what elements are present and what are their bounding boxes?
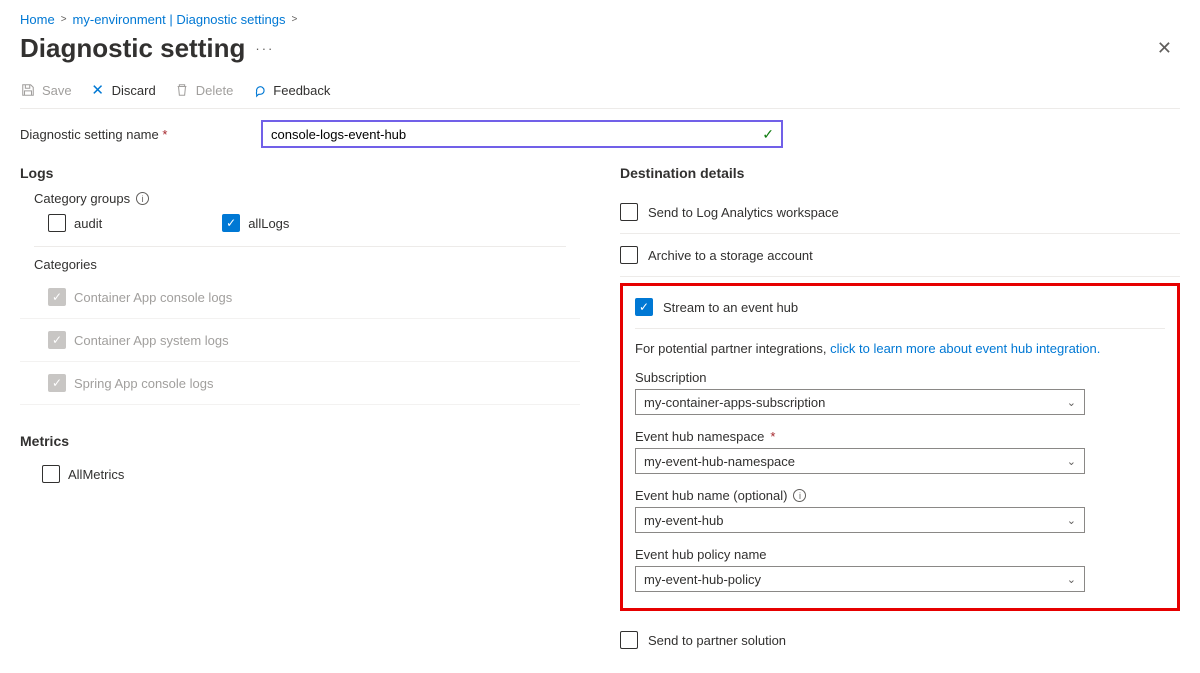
feedback-icon <box>251 82 267 98</box>
info-icon[interactable]: i <box>136 192 149 205</box>
page-title: Diagnostic setting <box>20 33 245 64</box>
eventhub-highlight: ✓ Stream to an event hub For potential p… <box>620 283 1180 611</box>
allmetrics-checkbox[interactable] <box>42 465 60 483</box>
alllogs-checkbox[interactable]: ✓ <box>222 214 240 232</box>
eventhub-name-label: Event hub name (optional) i <box>635 488 1165 503</box>
partner-checkbox[interactable] <box>620 631 638 649</box>
logs-heading: Logs <box>20 165 580 181</box>
category-label: Container App console logs <box>74 290 232 305</box>
setting-name-label: Diagnostic setting name * <box>20 127 250 142</box>
discard-button[interactable]: ✕ Discard <box>90 82 156 98</box>
category-label: Spring App console logs <box>74 376 213 391</box>
feedback-label: Feedback <box>273 83 330 98</box>
audit-label: audit <box>74 216 102 231</box>
close-icon[interactable]: ✕ <box>1149 34 1180 63</box>
delete-label: Delete <box>196 83 234 98</box>
delete-button[interactable]: Delete <box>174 82 234 98</box>
partner-integration-text: For potential partner integrations, clic… <box>635 341 1165 356</box>
discard-icon: ✕ <box>90 82 106 98</box>
toolbar: Save ✕ Discard Delete Feedback <box>20 64 1180 109</box>
more-menu-icon[interactable]: ··· <box>255 41 274 56</box>
namespace-label: Event hub namespace * <box>635 429 1165 444</box>
feedback-button[interactable]: Feedback <box>251 82 330 98</box>
subscription-label: Subscription <box>635 370 1165 385</box>
info-icon[interactable]: i <box>793 489 806 502</box>
chevron-down-icon: ⌄ <box>1067 573 1076 586</box>
eventhub-learn-more-link[interactable]: click to learn more about event hub inte… <box>830 341 1100 356</box>
chevron-right-icon: > <box>291 14 297 25</box>
category-checkbox: ✓ <box>48 331 66 349</box>
allmetrics-label: AllMetrics <box>68 467 124 482</box>
category-checkbox: ✓ <box>48 374 66 392</box>
chevron-down-icon: ⌄ <box>1067 455 1076 468</box>
subscription-select[interactable]: my-container-apps-subscription⌄ <box>635 389 1085 415</box>
chevron-down-icon: ⌄ <box>1067 396 1076 409</box>
audit-checkbox[interactable] <box>48 214 66 232</box>
setting-name-input[interactable] <box>262 121 782 147</box>
policy-select[interactable]: my-event-hub-policy⌄ <box>635 566 1085 592</box>
categories-label: Categories <box>34 257 580 272</box>
policy-label: Event hub policy name <box>635 547 1165 562</box>
discard-label: Discard <box>112 83 156 98</box>
save-button[interactable]: Save <box>20 82 72 98</box>
namespace-select[interactable]: my-event-hub-namespace⌄ <box>635 448 1085 474</box>
delete-icon <box>174 82 190 98</box>
chevron-right-icon: > <box>61 14 67 25</box>
eventhub-checkbox[interactable]: ✓ <box>635 298 653 316</box>
category-groups-label: Category groups i <box>34 191 580 206</box>
breadcrumb-env[interactable]: my-environment | Diagnostic settings <box>73 12 286 27</box>
eventhub-name-select[interactable]: my-event-hub⌄ <box>635 507 1085 533</box>
destination-heading: Destination details <box>620 165 1180 181</box>
metrics-heading: Metrics <box>20 433 580 449</box>
save-label: Save <box>42 83 72 98</box>
chevron-down-icon: ⌄ <box>1067 514 1076 527</box>
breadcrumb-home[interactable]: Home <box>20 12 55 27</box>
law-checkbox[interactable] <box>620 203 638 221</box>
category-checkbox: ✓ <box>48 288 66 306</box>
storage-label: Archive to a storage account <box>648 248 813 263</box>
save-icon <box>20 82 36 98</box>
valid-check-icon: ✓ <box>762 126 774 143</box>
category-label: Container App system logs <box>74 333 229 348</box>
breadcrumb: Home > my-environment | Diagnostic setti… <box>20 12 1180 27</box>
eventhub-label: Stream to an event hub <box>663 300 798 315</box>
storage-checkbox[interactable] <box>620 246 638 264</box>
alllogs-label: allLogs <box>248 216 289 231</box>
partner-label: Send to partner solution <box>648 633 786 648</box>
law-label: Send to Log Analytics workspace <box>648 205 839 220</box>
